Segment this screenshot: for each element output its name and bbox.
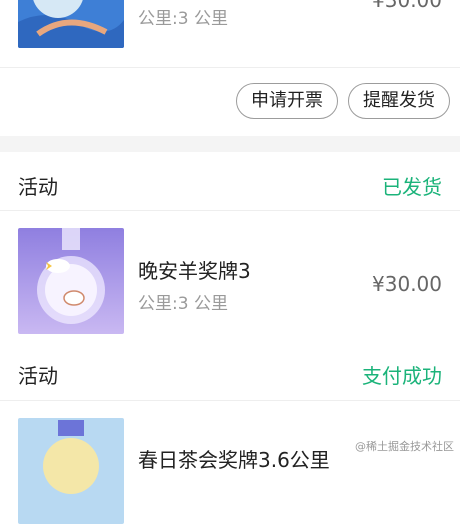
divider <box>0 210 460 211</box>
product-title[interactable]: 春日茶会奖牌3.6公里 <box>138 444 330 473</box>
order-status: 已发货 <box>382 175 442 199</box>
watermark: @稀土掘金技术社区 <box>355 440 454 453</box>
product-thumbnail-1[interactable] <box>18 0 124 48</box>
apply-invoice-button[interactable]: 申请开票 <box>236 83 338 119</box>
order-section-label: 活动 <box>18 364 58 388</box>
divider <box>0 400 460 401</box>
remind-shipping-button[interactable]: 提醒发货 <box>348 83 450 119</box>
divider <box>0 67 460 68</box>
order-status: 支付成功 <box>362 364 442 388</box>
medal-image <box>18 418 124 524</box>
product-thumbnail-3[interactable] <box>18 418 124 524</box>
order-meta-2: 公里:3 公里 <box>138 294 228 314</box>
order-section-label: 活动 <box>18 175 58 199</box>
order-price-1: ¥30.00 <box>372 0 442 12</box>
medal-image <box>18 0 124 48</box>
order-price-2: ¥30.00 <box>372 272 442 296</box>
product-thumbnail-2[interactable] <box>18 228 124 334</box>
product-title[interactable]: 晚安羊奖牌3 <box>138 255 251 284</box>
section-gap <box>0 136 460 152</box>
order-meta-1: 公里:3 公里 <box>138 9 228 29</box>
medal-image <box>18 228 124 334</box>
